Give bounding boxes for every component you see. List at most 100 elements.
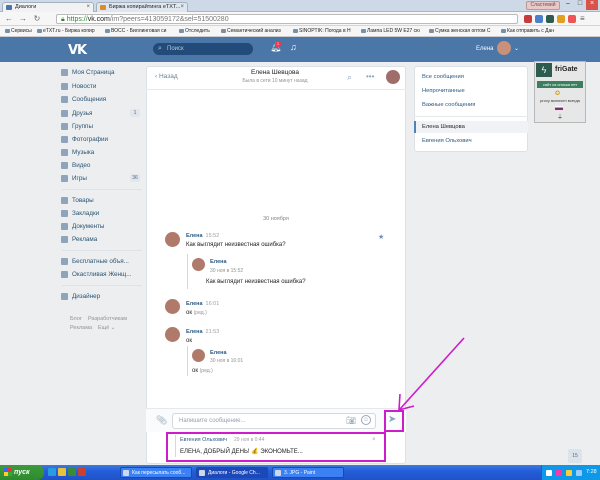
- header-avatar[interactable]: [497, 41, 511, 55]
- tab-dialogs[interactable]: Диалоги ×: [2, 2, 94, 12]
- extension-icon[interactable]: [557, 15, 565, 23]
- nav-music[interactable]: Музыка: [61, 149, 94, 156]
- attach-icon[interactable]: 📎︎: [156, 415, 167, 426]
- frigate-site-status[interactable]: сайт из списка нет: [537, 81, 583, 88]
- nav-bookmarks[interactable]: Закладки: [61, 210, 99, 217]
- nav-divider: [62, 189, 142, 190]
- footer-link[interactable]: Блог: [70, 316, 82, 322]
- music-icon[interactable]: ♫: [290, 42, 297, 52]
- search-input[interactable]: ⌕ Поиск: [153, 43, 253, 55]
- tray-icon[interactable]: [546, 470, 552, 476]
- footer-link[interactable]: Разработчикам: [88, 316, 127, 322]
- tab-etxt[interactable]: Биржа копирайтинга eTXT... ×: [96, 2, 188, 12]
- forwarded-author[interactable]: Елена: [210, 350, 227, 356]
- search-icon[interactable]: ⌕: [347, 72, 352, 83]
- reply-author[interactable]: Евгения Ольхович: [180, 437, 227, 443]
- minimize-icon[interactable]: –: [562, 0, 574, 10]
- camera-icon[interactable]: 📷︎: [346, 416, 356, 425]
- tray-icon[interactable]: [566, 470, 572, 476]
- frigate-logo-icon: ϟ: [536, 63, 552, 77]
- nav-friends[interactable]: Друзья: [61, 110, 92, 117]
- avatar[interactable]: [165, 299, 180, 314]
- quicklaunch-icon[interactable]: [58, 468, 66, 476]
- emoji-icon[interactable]: ☺: [361, 415, 371, 425]
- bookmark-item[interactable]: Сервисы: [4, 26, 32, 36]
- extension-icon[interactable]: [524, 15, 532, 23]
- nav-photos[interactable]: Фотографии: [61, 136, 108, 143]
- tray-icon[interactable]: [556, 470, 562, 476]
- quicklaunch-icon[interactable]: [78, 468, 86, 476]
- chat-title[interactable]: Елена Шевцова: [230, 69, 320, 76]
- nav-community[interactable]: Окастливая Женщ...: [61, 271, 131, 278]
- nav-messages[interactable]: Сообщения: [61, 96, 106, 103]
- avatar[interactable]: [192, 258, 205, 271]
- browser-profile-badge[interactable]: Сластевий: [526, 1, 560, 10]
- vk-logo[interactable]: VK: [68, 43, 87, 58]
- chevron-down-icon[interactable]: ⌄: [514, 45, 519, 52]
- taskbar-window[interactable]: Диалоги - Google Ch...: [196, 467, 268, 478]
- star-icon[interactable]: ★: [378, 233, 384, 241]
- message-author[interactable]: Елена 16:01: [186, 301, 219, 307]
- nav-designer[interactable]: Дизайнер: [61, 293, 100, 300]
- message-author[interactable]: Елена 21:53: [186, 329, 219, 335]
- forward-arrow-icon[interactable]: →: [18, 14, 28, 24]
- frigate-extension-icon[interactable]: [546, 15, 554, 23]
- volume-icon[interactable]: [576, 470, 582, 476]
- plug-icon[interactable]: ⏚: [557, 112, 563, 121]
- bookmarks-icon: [61, 210, 68, 217]
- bookmark-item[interactable]: Как отправить с Дан: [500, 26, 554, 36]
- extension-icon[interactable]: [568, 15, 576, 23]
- forwarded-author[interactable]: Елена: [210, 259, 227, 265]
- bookmark-item[interactable]: Лампа LED 5W E27 сю: [360, 26, 420, 36]
- quicklaunch-icon[interactable]: [68, 468, 76, 476]
- frigate-proxy-status[interactable]: proxy включен всегда: [537, 98, 583, 103]
- avatar[interactable]: [165, 327, 180, 342]
- bookmark-item[interactable]: ВОСС - Биллинговая си: [104, 26, 166, 36]
- etxt-favicon-icon: [100, 5, 106, 10]
- nav-community[interactable]: Бесплатные объя...: [61, 258, 129, 265]
- send-icon[interactable]: ➤: [388, 414, 396, 425]
- dialog-item[interactable]: Елена Шевцова: [422, 124, 465, 130]
- star-icon[interactable]: ✪: [555, 90, 560, 97]
- nav-news[interactable]: Новости: [61, 83, 96, 90]
- footer-link[interactable]: Ещё ⌄: [98, 325, 115, 331]
- menu-icon[interactable]: ≡: [580, 15, 588, 23]
- avatar[interactable]: [165, 232, 180, 247]
- nav-games[interactable]: Игры: [61, 175, 87, 182]
- filter-unread[interactable]: Непрочитанные: [422, 88, 465, 94]
- scroll-down-count[interactable]: 15: [568, 449, 582, 463]
- bookmark-item[interactable]: Отследить: [178, 26, 210, 36]
- close-tab-icon[interactable]: ×: [86, 4, 90, 10]
- bookmark-item[interactable]: Семантический анализ: [220, 26, 281, 36]
- filter-all-messages[interactable]: Все сообщения: [422, 74, 464, 80]
- bookmark-item[interactable]: Сумка женская оптом С: [428, 26, 490, 36]
- taskbar-window[interactable]: 3. JPG - Paint: [272, 467, 344, 478]
- chat-avatar[interactable]: [386, 70, 400, 84]
- quicklaunch-icon[interactable]: [48, 468, 56, 476]
- nav-groups[interactable]: Группы: [61, 123, 93, 130]
- close-icon[interactable]: ×: [372, 437, 376, 443]
- avatar[interactable]: [192, 349, 205, 362]
- header-username[interactable]: Елена: [476, 46, 494, 52]
- back-arrow-icon[interactable]: ←: [4, 14, 14, 24]
- url-field[interactable]: 🔒︎ https://vk.com/im?peers=413059172&sel…: [56, 14, 518, 24]
- reload-icon[interactable]: ↻: [32, 14, 42, 24]
- footer-link[interactable]: Реклама: [70, 325, 92, 331]
- nav-ads[interactable]: Реклама: [61, 236, 97, 243]
- close-tab-icon[interactable]: ×: [180, 4, 184, 10]
- nav-video[interactable]: Видео: [61, 162, 90, 169]
- bookmark-item[interactable]: SINOPTIK: Погода в Н: [292, 26, 351, 36]
- dialog-item[interactable]: Евгения Ольхович: [422, 138, 472, 144]
- nav-goods[interactable]: Товары: [61, 197, 94, 204]
- more-options-icon[interactable]: •••: [366, 72, 374, 81]
- nav-my-page[interactable]: Моя Страница: [61, 69, 115, 76]
- taskbar-window[interactable]: Как пересылать сооб...: [120, 467, 192, 478]
- maximize-icon[interactable]: □: [574, 0, 586, 10]
- nav-documents[interactable]: Документы: [61, 223, 104, 230]
- message-author[interactable]: Елена 15:52: [186, 233, 219, 239]
- extension-icon[interactable]: [535, 15, 543, 23]
- bookmark-item[interactable]: eTXT.ru - Биржа копир: [36, 26, 95, 36]
- filter-important[interactable]: Важные сообщения: [422, 102, 475, 108]
- back-button[interactable]: ‹ Назад: [155, 73, 178, 80]
- close-window-icon[interactable]: ×: [586, 0, 598, 10]
